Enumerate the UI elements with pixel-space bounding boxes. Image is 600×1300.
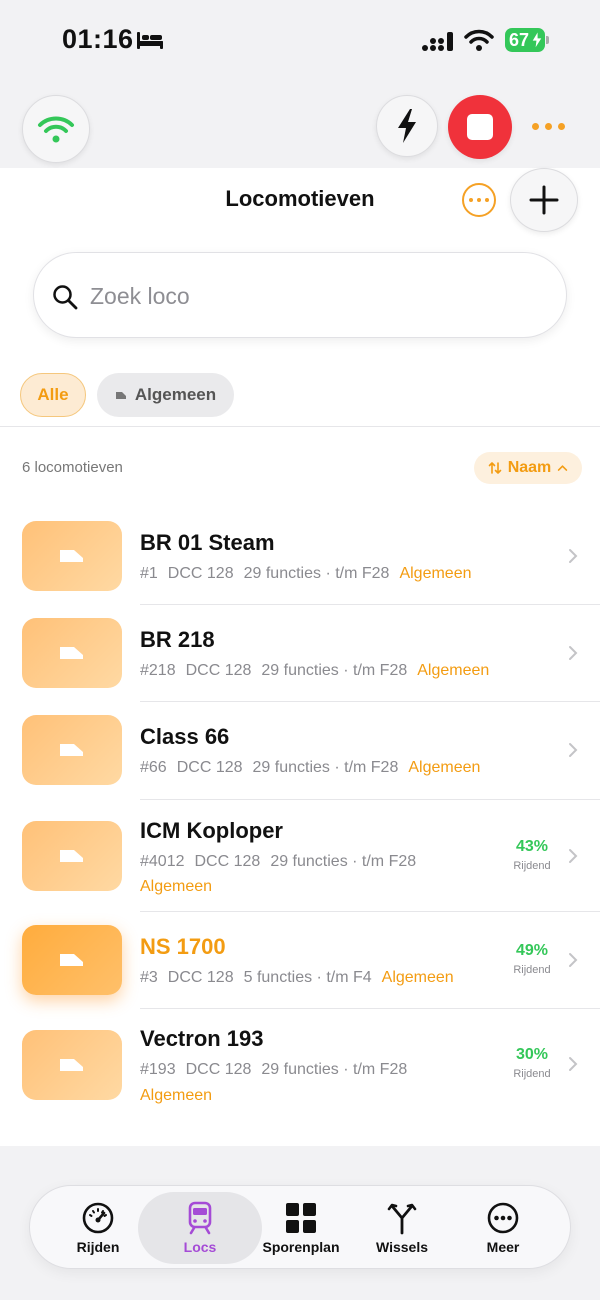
sort-arrows-icon	[488, 462, 502, 474]
speed-indicator: 30% Rijdend	[505, 1046, 559, 1080]
locomotive-group: Algemeen	[140, 878, 213, 895]
search-input[interactable]	[90, 277, 530, 315]
battery-indicator: 67	[505, 28, 549, 52]
train-icon	[188, 1201, 212, 1235]
emergency-stop-button[interactable]	[448, 95, 512, 159]
sort-label: Naam	[507, 459, 552, 476]
locomotive-row-br-01-steam[interactable]: BR 01 Steam #1 DCC 128 29 functies · t/m F…	[0, 520, 600, 606]
speed-status: Rijdend	[513, 964, 551, 976]
locomotive-group: Algemeen	[399, 565, 472, 582]
locomotive-group: Algemeen	[381, 969, 454, 986]
locomotive-thumbnail	[22, 821, 122, 891]
connection-button[interactable]	[22, 95, 90, 163]
chevron-right-icon	[569, 849, 578, 863]
filter-chip-alle[interactable]: Alle	[20, 373, 86, 417]
locomotive-meta: #1 DCC 128 29 functies · t/m F28 Algemeen	[140, 565, 472, 582]
filter-chip-label: Algemeen	[134, 385, 217, 404]
locomotive-meta: #193 DCC 128 29 functies · t/m F28	[140, 1061, 408, 1078]
locomotive-name: BR 01 Steam	[140, 530, 275, 555]
locomotives-sheet: Locomotieven Alle Algemeen 6 locomotieve…	[0, 168, 600, 1146]
locomotive-row-vectron-193[interactable]: Vectron 193 #193 DCC 128 29 functies · t/m…	[0, 1009, 600, 1121]
switch-fork-icon	[387, 1203, 417, 1235]
locomotive-thumbnail	[22, 618, 122, 688]
wifi-status-icon	[464, 29, 494, 51]
tab-label: Locs	[183, 1239, 217, 1255]
tab-label: Sporenplan	[262, 1239, 340, 1255]
speed-percentage: 49%	[515, 942, 549, 959]
locomotive-name: NS 1700	[140, 934, 226, 959]
speed-indicator: 49% Rijdend	[505, 942, 559, 976]
locomotive-icon	[60, 954, 83, 966]
locomotive-icon	[115, 391, 126, 399]
chevron-right-icon	[569, 549, 578, 563]
locomotive-icon	[60, 1059, 83, 1071]
locomotive-icon	[60, 850, 83, 862]
more-dot-icon	[532, 122, 539, 130]
locomotive-name: BR 218	[140, 627, 215, 652]
locomotive-count: 6 locomotieven	[22, 459, 123, 476]
chevron-right-icon	[569, 646, 578, 660]
speed-percentage: 30%	[515, 1046, 549, 1063]
chevron-right-icon	[569, 743, 578, 757]
filter-chip-algemeen[interactable]: Algemeen	[97, 373, 234, 417]
add-locomotive-button[interactable]	[510, 168, 578, 232]
speed-status: Rijdend	[513, 1068, 551, 1080]
locomotive-thumbnail	[22, 1030, 122, 1100]
tab-label: Rijden	[76, 1239, 120, 1255]
tab-label: Meer	[486, 1239, 520, 1255]
wifi-icon	[38, 116, 74, 143]
tab-label: Wissels	[375, 1239, 428, 1255]
options-more-button[interactable]	[462, 183, 496, 217]
search-icon	[53, 285, 78, 310]
chevron-right-icon	[569, 953, 578, 967]
stop-icon	[467, 114, 493, 140]
track-power-button[interactable]	[376, 95, 438, 157]
ellipsis-icon	[469, 198, 473, 202]
tab-meer[interactable]: Meer	[443, 1192, 563, 1264]
locomotive-icon	[60, 550, 83, 562]
charging-bolt-icon	[531, 31, 543, 49]
filter-chip-label: Alle	[37, 385, 69, 404]
locomotive-row-icm-koploper[interactable]: ICM Koploper #4012 DCC 128 29 functies · t…	[0, 800, 600, 912]
speedometer-icon	[82, 1202, 114, 1234]
locomotive-row-br-218[interactable]: BR 218 #218 DCC 128 29 functies · t/m F28 A…	[0, 617, 600, 703]
tab-bar: Rijden Locs Sporenplan Wissels Meer	[29, 1185, 571, 1269]
chevron-right-icon	[569, 1057, 578, 1071]
locomotive-row-class-66[interactable]: Class 66 #66 DCC 128 29 functies · t/m F28…	[0, 714, 600, 800]
bed-icon	[137, 32, 163, 49]
speed-indicator: 43% Rijdend	[505, 838, 559, 872]
locomotive-group: Algemeen	[408, 759, 481, 776]
speed-status: Rijdend	[513, 860, 551, 872]
locomotive-row-ns-1700[interactable]: NS 1700 #3 DCC 128 5 functies · t/m F4 Alge…	[0, 912, 600, 1009]
locomotive-group: Algemeen	[140, 1087, 213, 1104]
lightning-bolt-icon	[398, 109, 416, 143]
locomotive-name: ICM Koploper	[140, 818, 283, 843]
search-bar[interactable]	[33, 252, 567, 338]
locomotive-thumbnail	[22, 521, 122, 591]
locomotive-name: Class 66	[140, 724, 230, 749]
locomotive-thumbnail	[22, 925, 122, 995]
locomotive-meta: #66 DCC 128 29 functies · t/m F28 Algemeen	[140, 759, 481, 776]
speed-percentage: 43%	[515, 838, 549, 855]
more-icon	[487, 1202, 519, 1234]
locomotive-meta: #218 DCC 128 29 functies · t/m F28 Algemeen	[140, 662, 490, 679]
locomotive-meta: #4012 DCC 128 29 functies · t/m F28	[140, 853, 417, 870]
locomotive-icon	[60, 647, 83, 659]
locomotive-thumbnail	[22, 715, 122, 785]
sort-button[interactable]: Naam	[474, 452, 582, 484]
grid-icon	[286, 1203, 316, 1233]
status-time: 01:16	[62, 24, 134, 54]
status-bar: 01:16 67	[0, 0, 600, 80]
plus-icon	[529, 185, 559, 215]
locomotive-group: Algemeen	[417, 662, 490, 679]
cellular-signal-icon	[422, 32, 453, 51]
chevron-up-icon	[558, 464, 568, 471]
locomotive-meta: #3 DCC 128 5 functies · t/m F4 Algemeen	[140, 969, 454, 986]
locomotive-icon	[60, 744, 83, 756]
locomotive-name: Vectron 193	[140, 1026, 264, 1051]
toolbar-more-button[interactable]	[532, 118, 572, 134]
